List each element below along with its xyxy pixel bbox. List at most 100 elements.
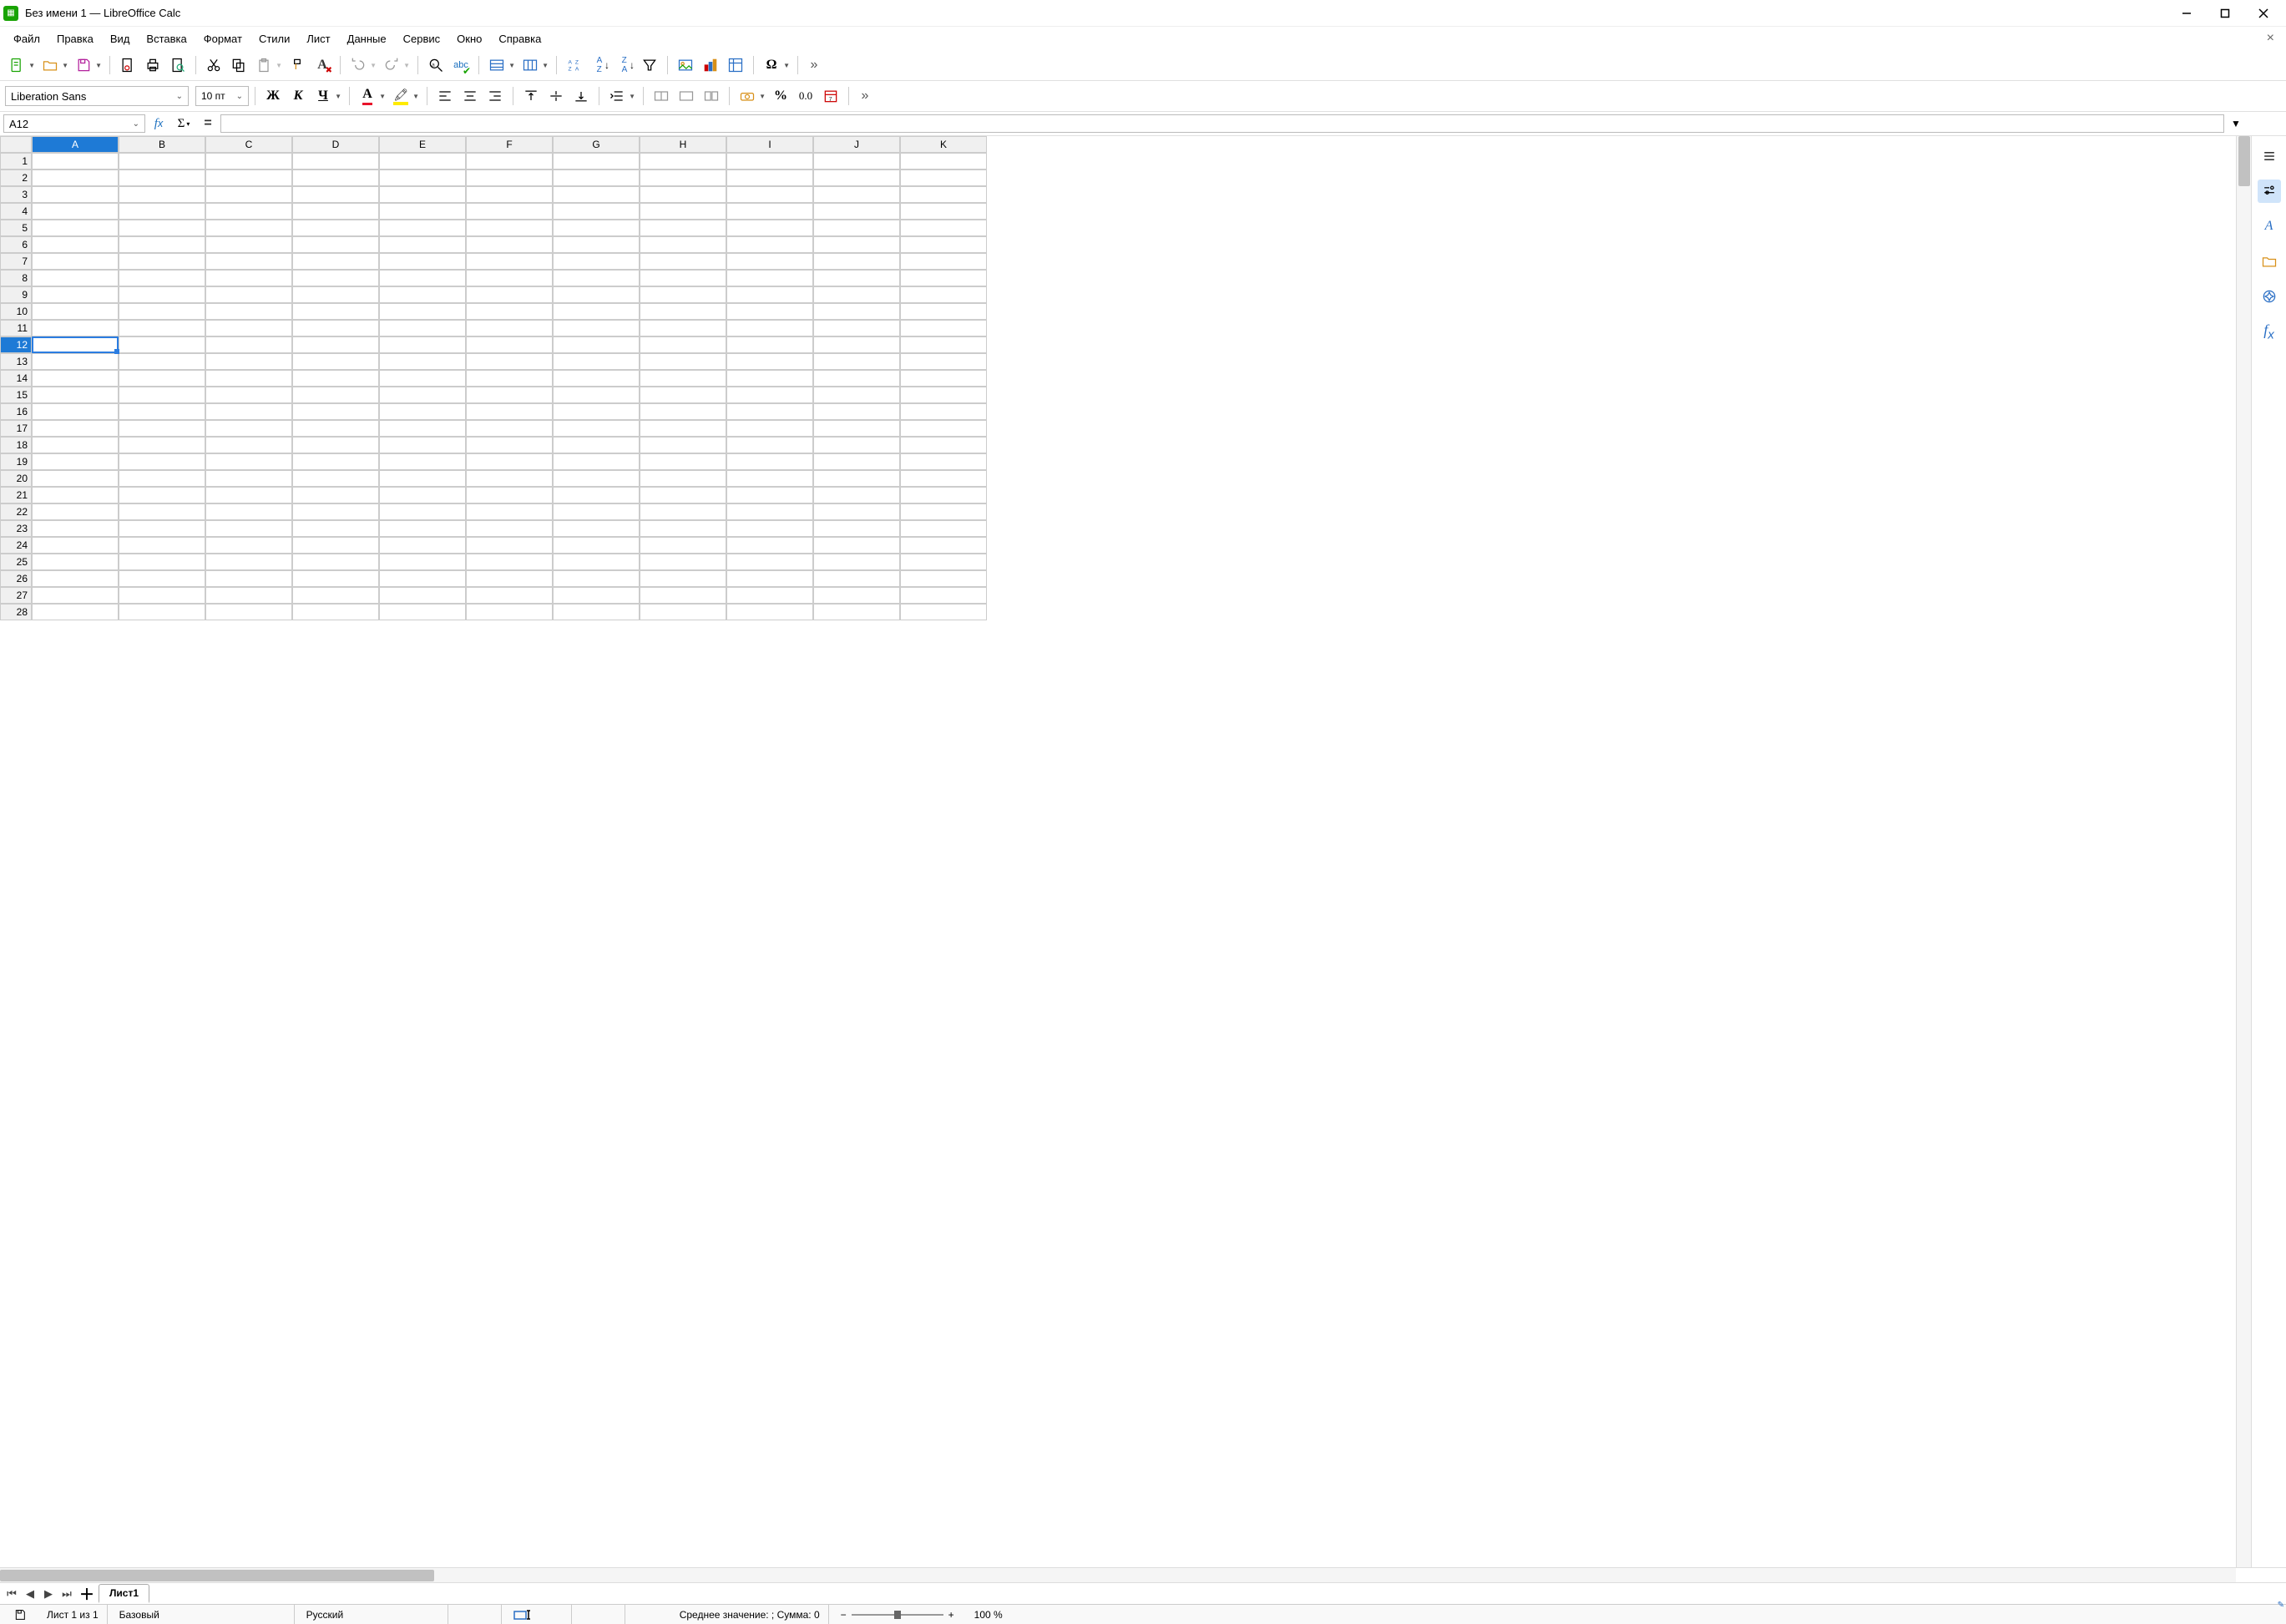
cell[interactable] <box>813 336 900 353</box>
formula-input[interactable] <box>220 114 2224 133</box>
menu-sheet[interactable]: Лист <box>298 29 338 48</box>
cell[interactable] <box>553 487 640 503</box>
cell[interactable] <box>32 587 119 604</box>
cell[interactable] <box>900 554 987 570</box>
cell[interactable] <box>379 470 466 487</box>
row-header[interactable]: 17 <box>0 420 32 437</box>
cell[interactable] <box>640 353 726 370</box>
cell[interactable] <box>292 169 379 186</box>
cell[interactable] <box>119 587 205 604</box>
cell[interactable] <box>640 487 726 503</box>
print-preview-button[interactable] <box>166 53 190 77</box>
cell[interactable] <box>379 303 466 320</box>
row-header[interactable]: 9 <box>0 286 32 303</box>
cell[interactable] <box>726 420 813 437</box>
cell[interactable] <box>292 220 379 236</box>
cell[interactable] <box>553 520 640 537</box>
cell[interactable] <box>813 186 900 203</box>
cell[interactable] <box>900 453 987 470</box>
cell[interactable] <box>119 303 205 320</box>
sidebar-menu-icon[interactable] <box>2258 144 2281 168</box>
cell[interactable] <box>640 320 726 336</box>
cell[interactable] <box>292 403 379 420</box>
cell[interactable] <box>292 503 379 520</box>
cell[interactable] <box>205 437 292 453</box>
cell[interactable] <box>726 236 813 253</box>
row-header[interactable]: 24 <box>0 537 32 554</box>
cell[interactable] <box>466 203 553 220</box>
name-box[interactable]: A12⌄ <box>3 114 145 133</box>
cell[interactable] <box>32 286 119 303</box>
cell[interactable] <box>813 286 900 303</box>
cell[interactable] <box>292 453 379 470</box>
column-header[interactable]: C <box>205 136 292 153</box>
cell[interactable] <box>466 320 553 336</box>
cell[interactable] <box>553 503 640 520</box>
cell[interactable] <box>726 554 813 570</box>
cell[interactable] <box>292 253 379 270</box>
cell[interactable] <box>379 487 466 503</box>
cell[interactable] <box>119 336 205 353</box>
undo-button[interactable]: ▼ <box>346 53 370 77</box>
menu-data[interactable]: Данные <box>339 29 395 48</box>
cell[interactable] <box>813 270 900 286</box>
row-header[interactable]: 25 <box>0 554 32 570</box>
cell[interactable] <box>466 503 553 520</box>
cell[interactable] <box>813 353 900 370</box>
cell[interactable] <box>205 169 292 186</box>
row-header[interactable]: 2 <box>0 169 32 186</box>
cell[interactable] <box>379 420 466 437</box>
row-header[interactable]: 13 <box>0 353 32 370</box>
cell[interactable] <box>379 353 466 370</box>
cell[interactable] <box>640 220 726 236</box>
cell[interactable] <box>379 437 466 453</box>
cell[interactable] <box>32 537 119 554</box>
sort-asc-button[interactable]: AZ↓ <box>588 53 611 77</box>
cell[interactable] <box>900 420 987 437</box>
cell[interactable] <box>292 470 379 487</box>
spreadsheet-grid[interactable]: ABCDEFGHIJK12345678910111213141516171819… <box>0 136 2236 1567</box>
cell[interactable] <box>640 453 726 470</box>
clone-format-button[interactable] <box>286 53 309 77</box>
row-header[interactable]: 6 <box>0 236 32 253</box>
cell[interactable] <box>900 520 987 537</box>
cell[interactable] <box>379 220 466 236</box>
cell[interactable] <box>466 220 553 236</box>
cell[interactable] <box>205 270 292 286</box>
cell[interactable] <box>640 303 726 320</box>
valign-mid-button[interactable] <box>544 84 568 108</box>
cell[interactable] <box>32 236 119 253</box>
cell[interactable] <box>640 570 726 587</box>
cell[interactable] <box>292 186 379 203</box>
menu-view[interactable]: Вид <box>102 29 139 48</box>
cell[interactable] <box>119 604 205 620</box>
cell[interactable] <box>379 203 466 220</box>
cell[interactable] <box>292 437 379 453</box>
column-header[interactable]: E <box>379 136 466 153</box>
cell[interactable] <box>292 570 379 587</box>
cell[interactable] <box>466 437 553 453</box>
status-selection-mode[interactable] <box>505 1605 572 1624</box>
cell[interactable] <box>813 437 900 453</box>
cell[interactable] <box>205 554 292 570</box>
cell[interactable] <box>379 537 466 554</box>
cell[interactable] <box>379 387 466 403</box>
cell[interactable] <box>205 320 292 336</box>
maximize-button[interactable] <box>2206 0 2244 27</box>
cell[interactable] <box>119 503 205 520</box>
cell[interactable] <box>379 320 466 336</box>
cell[interactable] <box>466 487 553 503</box>
cell[interactable] <box>119 353 205 370</box>
cell[interactable] <box>640 470 726 487</box>
menu-styles[interactable]: Стили <box>250 29 298 48</box>
row-header[interactable]: 20 <box>0 470 32 487</box>
cell[interactable] <box>32 403 119 420</box>
cell[interactable] <box>379 253 466 270</box>
cell[interactable] <box>119 320 205 336</box>
row-header[interactable]: 5 <box>0 220 32 236</box>
cell[interactable] <box>466 520 553 537</box>
cell[interactable] <box>813 554 900 570</box>
cell[interactable] <box>640 253 726 270</box>
cell[interactable] <box>466 169 553 186</box>
cell[interactable] <box>900 437 987 453</box>
